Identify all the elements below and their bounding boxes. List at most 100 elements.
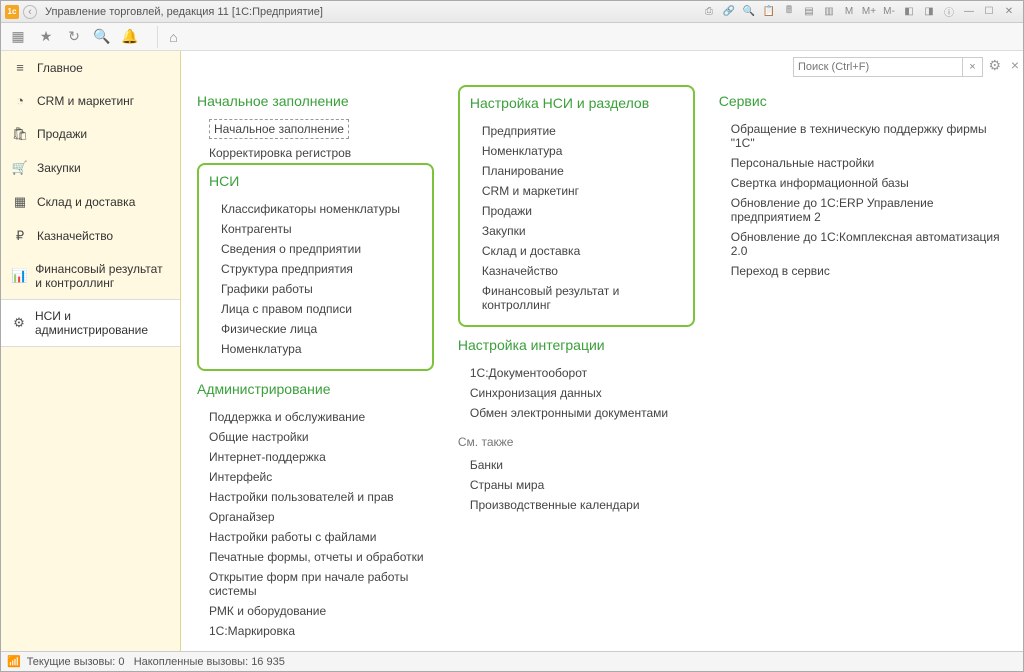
sidebar-item[interactable]: 🛒 Закупки bbox=[1, 151, 180, 185]
link-item[interactable]: Печатные формы, отчеты и обработки bbox=[197, 547, 434, 567]
search-input[interactable] bbox=[793, 57, 963, 77]
sidebar-item[interactable]: ◔CRM и маркетинг bbox=[1, 84, 180, 117]
link-item[interactable]: CRM и маркетинг bbox=[470, 181, 683, 201]
sidebar-label: Финансовый результат и контроллинг bbox=[35, 262, 170, 290]
sidebar-item[interactable]: 🛍 Продажи bbox=[1, 117, 180, 151]
search2-icon[interactable]: 🔍 bbox=[91, 26, 113, 48]
link-item[interactable]: Свертка информационной базы bbox=[719, 173, 1003, 193]
grid-icon[interactable]: ▦ bbox=[7, 26, 29, 48]
sidebar-label: Казначейство bbox=[37, 229, 113, 243]
sidebar-item[interactable]: ⚙НСИ и администрирование bbox=[1, 299, 180, 347]
link-item[interactable]: Синхронизация данных bbox=[458, 383, 695, 403]
link-item[interactable]: Обмен электронными документами bbox=[458, 403, 695, 423]
column-1: Начальное заполнение Начальное заполнени… bbox=[197, 85, 434, 641]
section-title: Настройка интеграции bbox=[458, 337, 695, 353]
sidebar-icon: ≡ bbox=[11, 60, 29, 75]
link-item[interactable]: Банки bbox=[458, 455, 695, 475]
link-item[interactable]: Поддержка и обслуживание bbox=[197, 407, 434, 427]
section-title: Сервис bbox=[719, 93, 1003, 109]
calendar-icon[interactable]: ▤ bbox=[800, 4, 818, 20]
link-icon[interactable]: 🔗 bbox=[720, 4, 738, 20]
search-icon[interactable]: 🔍 bbox=[740, 4, 758, 20]
search-clear-button[interactable]: × bbox=[963, 57, 983, 77]
link-item[interactable]: Персональные настройки bbox=[719, 153, 1003, 173]
link-item[interactable]: Общие настройки bbox=[197, 427, 434, 447]
panel2-icon[interactable]: ◨ bbox=[920, 4, 938, 20]
sidebar-icon: ₽ bbox=[11, 228, 29, 244]
section-title: Настройка НСИ и разделов bbox=[470, 95, 683, 111]
link-item[interactable]: Сведения о предприятии bbox=[209, 239, 422, 259]
link-item[interactable]: Обновление до 1С:ERP Управление предприя… bbox=[719, 193, 1003, 227]
link-item[interactable]: Продажи bbox=[470, 201, 683, 221]
home-icon[interactable]: ⌂ bbox=[157, 26, 179, 48]
link-item[interactable]: Контрагенты bbox=[209, 219, 422, 239]
panel-close-button[interactable]: × bbox=[1011, 57, 1019, 73]
link-item[interactable]: Закупки bbox=[470, 221, 683, 241]
sidebar-item[interactable]: ≡Главное bbox=[1, 51, 180, 84]
link-item[interactable]: РМК и оборудование bbox=[197, 601, 434, 621]
link-item[interactable]: Обновление до 1С:Комплексная автоматизац… bbox=[719, 227, 1003, 261]
link-item[interactable]: 1С:Маркировка bbox=[197, 621, 434, 641]
window-titlebar: 1c ‹ Управление торговлей, редакция 11 [… bbox=[1, 1, 1023, 23]
link-item[interactable]: Структура предприятия bbox=[209, 259, 422, 279]
link-item[interactable]: Графики работы bbox=[209, 279, 422, 299]
link-item[interactable]: Страны мира bbox=[458, 475, 695, 495]
link-item[interactable]: Интернет-поддержка bbox=[197, 447, 434, 467]
link-item[interactable]: Классификаторы номенклатуры bbox=[209, 199, 422, 219]
sidebar-label: Продажи bbox=[37, 127, 87, 141]
history-icon[interactable]: ↻ bbox=[63, 26, 85, 48]
bell-icon[interactable]: 🔔 bbox=[119, 26, 141, 48]
link-item[interactable]: Настройки пользователей и прав bbox=[197, 487, 434, 507]
m-button[interactable]: M bbox=[840, 4, 858, 20]
link-item[interactable]: Склад и доставка bbox=[470, 241, 683, 261]
sidebar-item[interactable]: ▦ Склад и доставка bbox=[1, 185, 180, 219]
sidebar-icon: ▦ bbox=[11, 194, 29, 210]
main-panel: × ⚙ × Начальное заполнение Начальное зап… bbox=[181, 51, 1023, 651]
nav-back-icon[interactable]: ‹ bbox=[23, 5, 37, 19]
sidebar-label: Закупки bbox=[37, 161, 81, 175]
clipboard-icon[interactable]: 📋 bbox=[760, 4, 778, 20]
highlight-box-nsi: НСИ Классификаторы номенклатурыКонтраген… bbox=[197, 163, 434, 371]
sidebar-icon: 🛒 bbox=[11, 160, 29, 176]
link-item[interactable]: Корректировка регистров bbox=[197, 143, 434, 163]
link-item[interactable]: Физические лица bbox=[209, 319, 422, 339]
column-2: Настройка НСИ и разделов ПредприятиеНоме… bbox=[458, 85, 695, 641]
gear-icon[interactable]: ⚙ bbox=[988, 57, 1001, 74]
m-plus-button[interactable]: M+ bbox=[860, 4, 878, 20]
link-item[interactable]: Предприятие bbox=[470, 121, 683, 141]
link-item[interactable]: Интерфейс bbox=[197, 467, 434, 487]
link-item[interactable]: Переход в сервис bbox=[719, 261, 1003, 281]
link-item[interactable]: Производственные календари bbox=[458, 495, 695, 515]
sidebar-item[interactable]: ₽ Казначейство bbox=[1, 219, 180, 253]
section-title: Администрирование bbox=[197, 381, 434, 397]
status-icon: 📶 bbox=[7, 655, 21, 668]
window-maximize-button[interactable]: ☐ bbox=[980, 4, 998, 20]
sidebar-icon: ◔ bbox=[11, 93, 29, 108]
sidebar-icon: 🛍 bbox=[11, 126, 29, 142]
calc-icon[interactable]: 🖩 bbox=[780, 4, 798, 20]
panel1-icon[interactable]: ◧ bbox=[900, 4, 918, 20]
link-item[interactable]: Лица с правом подписи bbox=[209, 299, 422, 319]
sidebar-item[interactable]: 📊Финансовый результат и контроллинг bbox=[1, 253, 180, 299]
sidebar-label: Склад и доставка bbox=[37, 195, 135, 209]
window-title: Управление торговлей, редакция 11 [1С:Пр… bbox=[45, 6, 323, 18]
link-item[interactable]: Органайзер bbox=[197, 507, 434, 527]
window-minimize-button[interactable]: — bbox=[960, 4, 978, 20]
link-item[interactable]: Номенклатура bbox=[209, 339, 422, 359]
help-icon[interactable]: ⓘ bbox=[940, 4, 958, 20]
link-item[interactable]: Начальное заполнение bbox=[209, 119, 349, 139]
link-item[interactable]: Финансовый результат и контроллинг bbox=[470, 281, 683, 315]
m-minus-button[interactable]: M- bbox=[880, 4, 898, 20]
link-item[interactable]: Номенклатура bbox=[470, 141, 683, 161]
link-item[interactable]: Обращение в техническую поддержку фирмы … bbox=[719, 119, 1003, 153]
app-logo-icon: 1c bbox=[5, 5, 19, 19]
star-icon[interactable]: ★ bbox=[35, 26, 57, 48]
window-close-button[interactable]: ✕ bbox=[1000, 4, 1018, 20]
print-icon[interactable]: ⎙ bbox=[700, 4, 718, 20]
link-item[interactable]: Открытие форм при начале работы системы bbox=[197, 567, 434, 601]
link-item[interactable]: Настройки работы с файлами bbox=[197, 527, 434, 547]
db-icon[interactable]: ▥ bbox=[820, 4, 838, 20]
link-item[interactable]: Планирование bbox=[470, 161, 683, 181]
link-item[interactable]: Казначейство bbox=[470, 261, 683, 281]
link-item[interactable]: 1С:Документооборот bbox=[458, 363, 695, 383]
